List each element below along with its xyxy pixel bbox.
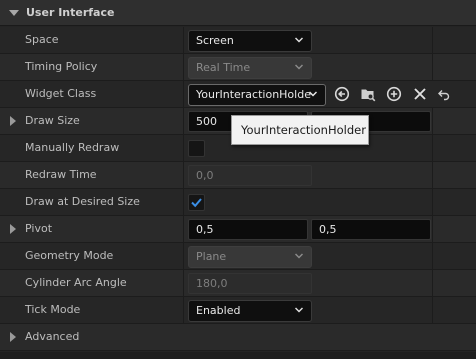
add-icon[interactable]	[384, 84, 404, 104]
redraw-time-value: 0,0	[196, 169, 214, 182]
cylinder-arc-angle-field: 180,0	[188, 273, 312, 294]
property-label-manually-redraw: Manually Redraw	[25, 141, 120, 154]
property-row-geometry-mode: Geometry Mode Plane	[0, 243, 476, 270]
chevron-down-icon	[295, 37, 303, 43]
property-label-geometry-mode: Geometry Mode	[25, 249, 114, 262]
property-label-tick-mode: Tick Mode	[25, 303, 81, 316]
chevron-down-icon	[309, 91, 317, 97]
widget-class-value: YourInteractionHolde	[196, 88, 311, 101]
geometry-mode-combo: Plane	[188, 246, 312, 268]
expand-arrow-icon[interactable]	[10, 116, 16, 126]
property-label-redraw-time: Redraw Time	[25, 168, 97, 181]
property-row-space: Space Screen	[0, 27, 476, 54]
browse-asset-icon[interactable]	[358, 84, 378, 104]
property-row-advanced[interactable]: Advanced	[0, 324, 476, 351]
space-combo[interactable]: Screen	[188, 30, 312, 52]
pivot-y-value: 0,5	[319, 223, 337, 236]
widget-class-combo[interactable]: YourInteractionHolde	[188, 84, 326, 106]
property-label-pivot: Pivot	[25, 222, 53, 235]
property-label-widget-class: Widget Class	[25, 87, 97, 100]
redraw-time-field: 0,0	[188, 165, 312, 186]
property-row-draw-at-desired-size: Draw at Desired Size	[0, 189, 476, 216]
draw-at-desired-size-checkbox[interactable]	[188, 194, 205, 211]
property-row-timing-policy: Timing Policy Real Time	[0, 54, 476, 81]
property-label-timing-policy: Timing Policy	[25, 60, 98, 73]
property-row-redraw-time: Redraw Time 0,0	[0, 162, 476, 189]
geometry-mode-value: Plane	[196, 250, 227, 263]
property-label-draw-at-desired-size: Draw at Desired Size	[25, 195, 140, 208]
chevron-down-icon	[295, 307, 303, 313]
back-arrow-icon[interactable]	[332, 84, 352, 104]
property-row-pivot: Pivot 0,5 0,5	[0, 216, 476, 243]
tooltip-text: YourInteractionHolder	[241, 123, 366, 137]
space-value: Screen	[196, 34, 234, 47]
chevron-down-icon	[295, 64, 303, 70]
tick-mode-value: Enabled	[196, 304, 241, 317]
timing-policy-value: Real Time	[196, 61, 251, 74]
expand-arrow-icon[interactable]	[10, 332, 16, 342]
widget-class-tooltip: YourInteractionHolder	[231, 115, 369, 145]
tick-mode-combo[interactable]: Enabled	[188, 300, 312, 322]
pivot-x-value: 0,5	[196, 223, 214, 236]
property-label-cylinder-arc-angle: Cylinder Arc Angle	[25, 276, 127, 289]
cylinder-arc-angle-value: 180,0	[196, 277, 228, 290]
draw-size-x-value: 500	[196, 115, 217, 128]
expand-arrow-icon[interactable]	[10, 224, 16, 234]
checkmark-icon	[191, 198, 202, 208]
reset-icon[interactable]	[434, 84, 454, 104]
property-label-draw-size: Draw Size	[25, 114, 80, 127]
property-row-tick-mode: Tick Mode Enabled	[0, 297, 476, 324]
property-label-space: Space	[25, 33, 59, 46]
collapse-arrow-icon[interactable]	[9, 9, 19, 16]
advanced-label: Advanced	[25, 330, 80, 343]
property-row-cylinder-arc-angle: Cylinder Arc Angle 180,0	[0, 270, 476, 297]
chevron-down-icon	[295, 253, 303, 259]
timing-policy-combo: Real Time	[188, 57, 312, 79]
manually-redraw-checkbox[interactable]	[188, 140, 205, 157]
property-row-widget-class: Widget Class YourInteractionHolde	[0, 81, 476, 108]
clear-icon[interactable]	[410, 84, 430, 104]
pivot-y-field[interactable]: 0,5	[311, 219, 431, 240]
panel-bottom-edge	[0, 352, 476, 359]
pivot-x-field[interactable]: 0,5	[188, 219, 308, 240]
section-header-user-interface[interactable]: User Interface	[0, 0, 476, 26]
section-title: User Interface	[26, 6, 115, 19]
